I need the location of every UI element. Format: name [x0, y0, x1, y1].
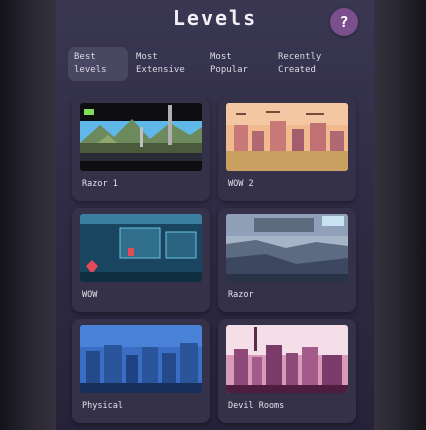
- level-card-wow-2[interactable]: WOW 2: [218, 97, 356, 201]
- level-thumbnail: [226, 103, 348, 171]
- level-name: Devil Rooms: [228, 401, 285, 411]
- level-thumbnail: [80, 214, 202, 282]
- level-thumbnail: [226, 214, 348, 282]
- levels-panel: Levels ? Best levels Most Extensive Most…: [56, 0, 374, 430]
- tab-most-extensive[interactable]: Most Extensive: [130, 47, 196, 81]
- level-name: WOW: [82, 290, 98, 300]
- level-name: Razor: [228, 290, 254, 300]
- level-name: Razor 1: [82, 179, 118, 189]
- level-thumbnail: [80, 325, 202, 393]
- tab-recently-created[interactable]: Recently Created: [272, 47, 342, 81]
- background-left: [0, 0, 56, 430]
- background-right: [374, 0, 426, 430]
- level-name: WOW 2: [228, 179, 254, 189]
- level-name: Physical: [82, 401, 123, 411]
- tab-most-popular[interactable]: Most Popular: [204, 47, 264, 81]
- level-card-devil-rooms[interactable]: Devil Rooms: [218, 319, 356, 423]
- level-card-wow[interactable]: WOW: [72, 208, 210, 312]
- help-button[interactable]: ?: [330, 8, 358, 36]
- level-thumbnail: [80, 103, 202, 171]
- page-title: Levels: [172, 6, 258, 30]
- level-card-razor-1[interactable]: Razor 1: [72, 97, 210, 201]
- tab-best-levels[interactable]: Best levels: [68, 47, 128, 81]
- level-thumbnail: [226, 325, 348, 393]
- level-card-physical[interactable]: Physical: [72, 319, 210, 423]
- level-card-razor[interactable]: Razor: [218, 208, 356, 312]
